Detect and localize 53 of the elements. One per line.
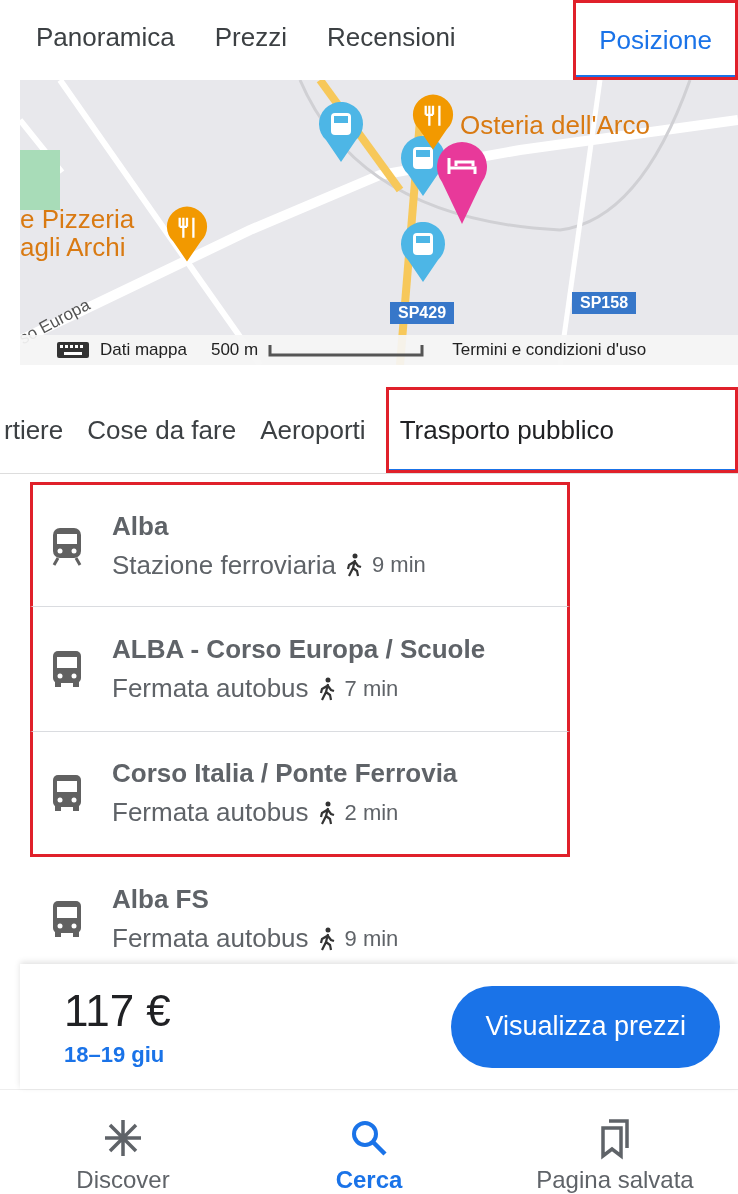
bus-icon	[50, 899, 84, 939]
hotel-pin-icon	[436, 140, 488, 226]
road-sign: SP429	[390, 302, 455, 324]
tab[interactable]: Prezzi	[194, 0, 307, 80]
stop-name: Alba FS	[112, 884, 210, 915]
restaurant-pin-icon	[166, 206, 208, 264]
train-icon	[50, 525, 84, 566]
keyboard-icon[interactable]	[56, 340, 90, 360]
walk-time: 7 min	[344, 675, 399, 702]
stop-type: Stazione ferroviaria	[112, 549, 336, 581]
category-tab[interactable]: Cose da fare	[75, 387, 249, 473]
road-sign: SP158	[572, 292, 637, 314]
stop-name: Corso Italia / Ponte Ferrovia	[112, 758, 458, 789]
restaurant-pin-icon	[412, 94, 454, 152]
view-prices-button[interactable]: Visualizza prezzi	[451, 985, 720, 1068]
transit-row[interactable]: Corso Italia / Ponte Ferrovia Fermata autobus 2 min	[30, 732, 570, 857]
walking-icon	[318, 926, 335, 951]
terms-link[interactable]: Termini e condizioni d'uso	[452, 340, 647, 360]
walk-time: 9 min	[372, 552, 426, 578]
bus-pin-icon	[318, 102, 364, 164]
transit-row[interactable]: ALBA - Corso Europa / Scuole Fermata autobus 7 min	[30, 607, 570, 732]
walk-time: 2 min	[344, 799, 399, 826]
map-label: Osteria dell'Arco	[460, 110, 650, 141]
walking-icon	[318, 800, 335, 825]
walk-time: 9 min	[344, 925, 399, 952]
scale-bar-icon	[268, 343, 425, 357]
bus-icon	[50, 649, 84, 689]
category-tab[interactable]: Aeroporti	[248, 387, 378, 473]
date-range[interactable]: 18–19 giu	[64, 1041, 171, 1068]
map-label: agli Archi	[20, 232, 126, 263]
stop-type: Fermata autobus	[112, 797, 309, 828]
map-scale: 500 m	[210, 340, 259, 360]
map-attribution: Dati mappa	[100, 340, 187, 360]
category-tab[interactable]: rtiere	[0, 387, 76, 473]
stop-name: ALBA - Corso Europa / Scuole	[112, 634, 486, 665]
stop-name: Alba	[112, 510, 170, 542]
transit-row[interactable]: Alba FS Fermata autobus 9 min	[30, 857, 570, 964]
stop-type: Fermata autobus	[112, 673, 309, 704]
price: 117 €	[64, 985, 171, 1036]
walking-icon	[318, 676, 335, 701]
transit-row[interactable]: Alba Stazione ferroviaria 9 min	[30, 482, 570, 607]
nav-item[interactable]: Cerca	[254, 1116, 484, 1194]
map-label: e Pizzeria	[20, 204, 135, 235]
nav-item[interactable]: Pagina salvata	[500, 1116, 730, 1194]
walking-icon	[346, 553, 362, 577]
category-tab[interactable]: Trasporto pubblico	[385, 387, 738, 473]
stop-type: Fermata autobus	[112, 923, 309, 954]
bus-pin-icon	[400, 222, 446, 284]
tab[interactable]: Recensioni	[307, 0, 476, 80]
tab[interactable]: Panoramica	[16, 0, 195, 80]
bus-icon	[50, 773, 84, 813]
tab[interactable]: Posizione	[573, 0, 738, 80]
nav-item[interactable]: Discover	[8, 1116, 238, 1194]
